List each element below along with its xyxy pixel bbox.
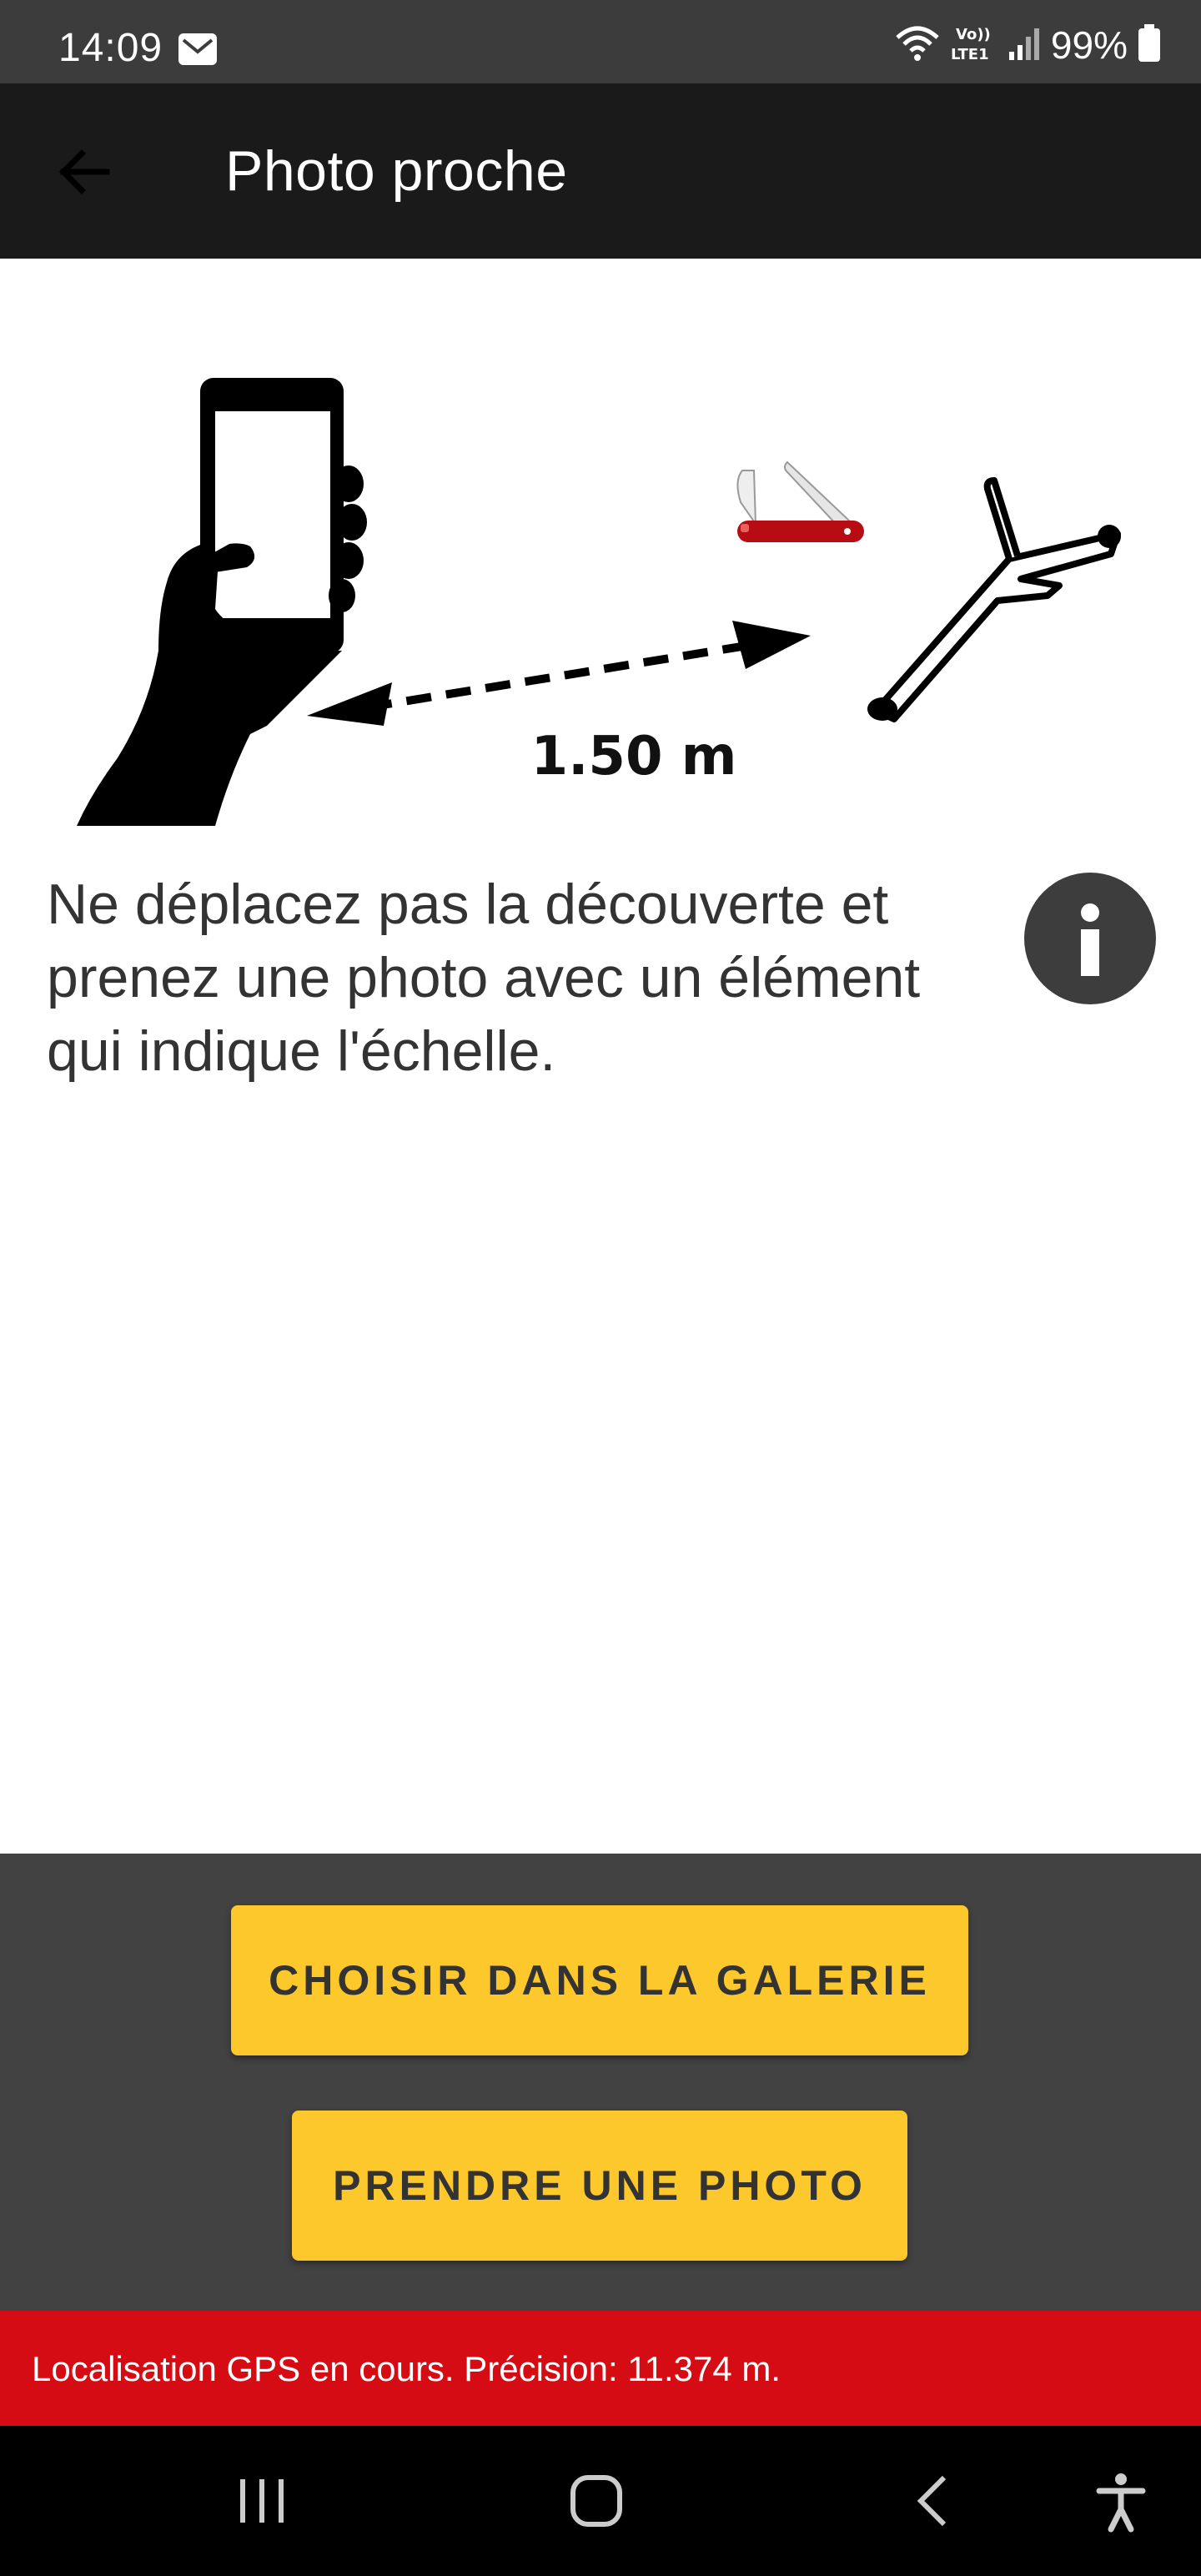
status-bar: 14:09 Vo)) LTE1 99% [0, 0, 1201, 83]
take-photo-button[interactable]: PRENDRE UNE PHOTO [292, 2111, 907, 2261]
app-bar: Photo proche [0, 83, 1201, 259]
signal-icon [1008, 25, 1041, 66]
info-button[interactable] [1024, 873, 1156, 1004]
recent-apps-icon [240, 2479, 284, 2523]
back-button[interactable] [52, 138, 118, 205]
svg-text:Vo)): Vo)) [956, 26, 991, 43]
recent-apps-button[interactable] [229, 2468, 295, 2534]
system-back-button[interactable] [901, 2468, 967, 2534]
system-navigation-bar [0, 2426, 1201, 2576]
volte-icon: Vo)) LTE1 [951, 23, 997, 68]
home-icon [570, 2475, 622, 2527]
mail-icon [177, 32, 219, 71]
instruction-text: Ne déplacez pas la découverte et prenez … [47, 873, 921, 1083]
wifi-icon [894, 24, 941, 67]
status-time: 14:09 [58, 26, 163, 70]
page-title: Photo proche [225, 139, 568, 203]
home-button[interactable] [563, 2468, 630, 2534]
battery-percentage: 99% [1050, 23, 1128, 67]
pocket-knife-icon [736, 460, 864, 542]
accessibility-button[interactable] [1088, 2468, 1154, 2534]
choose-from-gallery-button[interactable]: CHOISIR DANS LA GALERIE [231, 1905, 968, 2055]
action-panel: CHOISIR DANS LA GALERIE PRENDRE UNE PHOT… [0, 1854, 1201, 2311]
double-arrow-icon [307, 621, 811, 726]
battery-icon [1138, 23, 1161, 67]
hand-holding-phone-icon [77, 378, 367, 826]
distance-label: 1.50 m [530, 726, 737, 787]
accessibility-icon [1096, 2473, 1146, 2533]
arrow-left-icon [59, 149, 110, 194]
gps-status-text: Localisation GPS en cours. Précision: 11… [32, 2349, 781, 2388]
svg-text:LTE1: LTE1 [951, 46, 989, 63]
branch-icon [867, 477, 1121, 722]
gps-status-banner: Localisation GPS en cours. Précision: 11… [0, 2311, 1201, 2426]
back-icon [917, 2475, 947, 2527]
info-icon [1081, 903, 1099, 976]
